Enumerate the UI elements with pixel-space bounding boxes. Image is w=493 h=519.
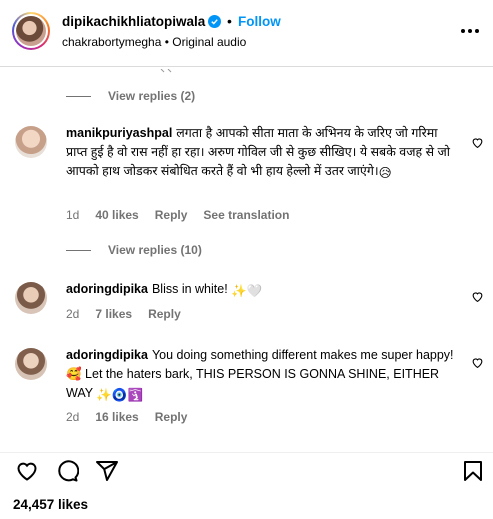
share-icon[interactable] <box>95 459 119 483</box>
comment-username[interactable]: adoringdipika <box>66 348 148 362</box>
reply-button[interactable]: Reply <box>155 410 188 424</box>
heart-icon[interactable] <box>471 136 484 149</box>
comment-text: adoringdipika Bliss in white! ✨🤍 <box>66 282 263 298</box>
separator-dot: • <box>227 13 232 29</box>
comment-likes[interactable]: 7 likes <box>95 307 132 321</box>
comment-time: 2d <box>66 410 80 424</box>
comment-meta: 2d 7 likes Reply <box>66 307 181 321</box>
clipped-content <box>160 62 172 73</box>
audio-subline[interactable]: chakrabortymegha • Original audio <box>62 35 246 49</box>
heart-icon[interactable] <box>15 459 39 483</box>
heart-icon[interactable] <box>471 356 484 369</box>
commenter-avatar[interactable] <box>15 348 47 380</box>
author-avatar[interactable] <box>12 12 50 50</box>
reply-button[interactable]: Reply <box>155 208 188 222</box>
post-header: dipikachikhliatopiwala • Follow chakrabo… <box>0 0 493 67</box>
follow-button[interactable]: Follow <box>238 14 281 29</box>
comment-username[interactable]: manikpuriyashpal <box>66 126 172 140</box>
comment-icon[interactable] <box>55 459 79 483</box>
comment-text: adoringdipika You doing something differe… <box>66 348 454 402</box>
view-replies-button[interactable]: View replies (10) <box>66 242 202 258</box>
commenter-avatar[interactable] <box>15 282 47 314</box>
post-likes-count[interactable]: 24,457 likes <box>13 497 88 512</box>
comment-meta: 1d 40 likes Reply See translation <box>66 208 289 222</box>
see-translation-button[interactable]: See translation <box>203 208 289 222</box>
post-actions <box>0 452 493 484</box>
comment-likes[interactable]: 40 likes <box>95 208 138 222</box>
comment-likes[interactable]: 16 likes <box>95 410 138 424</box>
commenter-avatar[interactable] <box>15 126 47 158</box>
comment-time: 1d <box>66 208 80 222</box>
more-options-icon[interactable] <box>460 23 480 39</box>
comment-text: manikpuriyashpal लगता है आपको सीता माता क… <box>66 126 451 180</box>
comment-username[interactable]: adoringdipika <box>66 282 148 296</box>
reply-button[interactable]: Reply <box>148 307 181 321</box>
author-username[interactable]: dipikachikhliatopiwala <box>62 14 205 29</box>
heart-icon[interactable] <box>471 290 484 303</box>
comment-time: 2d <box>66 307 80 321</box>
comment-meta: 2d 16 likes Reply <box>66 410 187 424</box>
view-replies-button[interactable]: View replies (2) <box>66 88 195 104</box>
bookmark-icon[interactable] <box>461 459 485 483</box>
verified-icon <box>208 15 221 28</box>
